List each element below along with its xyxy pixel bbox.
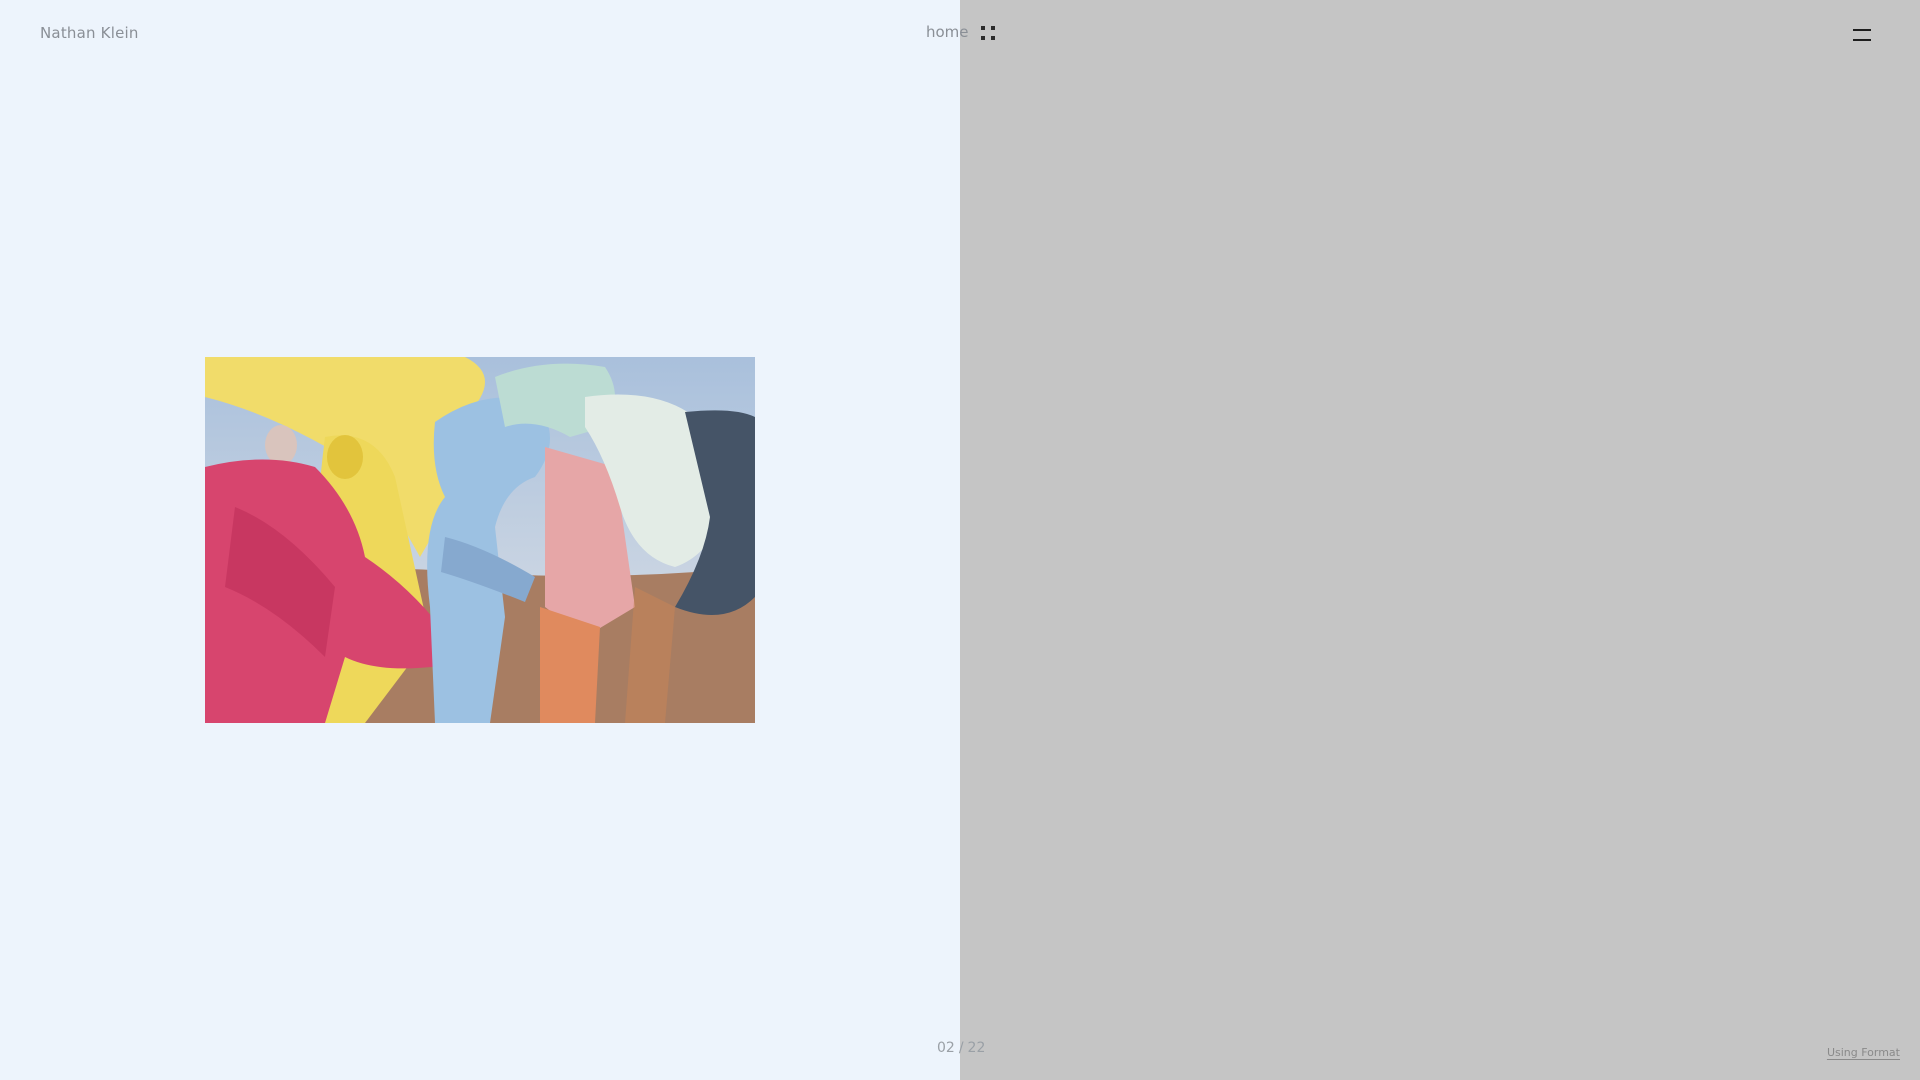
- left-slide-panel: Nathan Klein: [0, 0, 960, 1080]
- total-slide-count: 22: [967, 1040, 986, 1056]
- slide-counter: 02/22: [937, 1040, 985, 1056]
- using-format-link[interactable]: Using Format: [1827, 1046, 1900, 1059]
- site-title[interactable]: Nathan Klein: [40, 24, 139, 42]
- right-slide-panel: Using Format: [960, 0, 1920, 1080]
- gallery-page: Nathan Klein Using Format home 02 / 22: [0, 0, 1920, 1080]
- hamburger-menu-icon[interactable]: [1853, 27, 1871, 43]
- home-link[interactable]: home: [926, 23, 969, 41]
- fashion-group-photo[interactable]: [205, 357, 755, 723]
- grid-view-icon[interactable]: [981, 26, 995, 40]
- counter-separator: /: [958, 1040, 964, 1056]
- current-slide-number: 02: [937, 1040, 955, 1056]
